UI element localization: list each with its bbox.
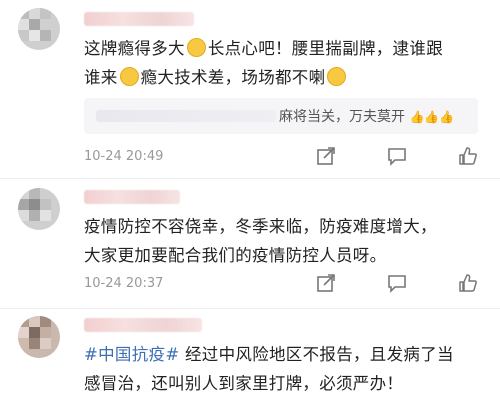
hashtag-link[interactable]: #中国抗疫# [84, 345, 179, 364]
comment-actions [270, 273, 478, 297]
comment-3: #中国抗疫# 经过中风险地区不报告，且发病了当 感冒治，还叫别人到家里打牌，必须… [0, 308, 500, 417]
grin-emoji-icon [327, 67, 347, 86]
reply-username-blurred [96, 110, 276, 122]
comment-icon[interactable] [387, 146, 407, 166]
comment-text: 疫情防控不容侥幸，冬季来临，防疫难度增大， 大家更加要配合我们的疫情防控人员呀。 [84, 217, 437, 265]
reply-box[interactable]: 麻将当关，万夫莫开 👍👍👍 [84, 98, 478, 134]
comment-text: #中国抗疫# 经过中风险地区不报告，且发病了当 感冒治，还叫别人到家里打牌，必须… [84, 345, 454, 393]
like-icon[interactable] [458, 146, 478, 166]
comment-2: 疫情防控不容侥幸，冬季来临，防疫难度增大， 大家更加要配合我们的疫情防控人员呀。… [0, 178, 500, 308]
comment-1: 这牌瘾得多大 长点心吧！腰里揣副牌，逮谁跟 谁来 瘾大技术差，场场都不喇 麻将当关，… [0, 0, 500, 178]
username-blurred[interactable] [84, 12, 194, 26]
reply-text: 麻将当关，万夫莫开 👍👍👍 [279, 109, 455, 125]
username-blurred[interactable] [84, 318, 202, 332]
avatar[interactable] [18, 188, 60, 230]
smile-emoji-icon [186, 38, 206, 57]
comment-icon[interactable] [387, 273, 407, 293]
share-icon[interactable] [316, 146, 336, 166]
avatar[interactable] [18, 8, 60, 50]
comment-actions [270, 146, 478, 170]
like-icon[interactable] [458, 273, 478, 293]
laugh-emoji-icon [119, 67, 139, 86]
share-icon[interactable] [316, 273, 336, 293]
avatar[interactable] [18, 316, 60, 358]
comment-text: 这牌瘾得多大 长点心吧！腰里揣副牌，逮谁跟 谁来 瘾大技术差，场场都不喇 [84, 38, 444, 87]
username-blurred[interactable] [84, 190, 180, 204]
timestamp: 10-24 20:49 [84, 149, 164, 164]
timestamp: 10-24 20:37 [84, 276, 164, 291]
